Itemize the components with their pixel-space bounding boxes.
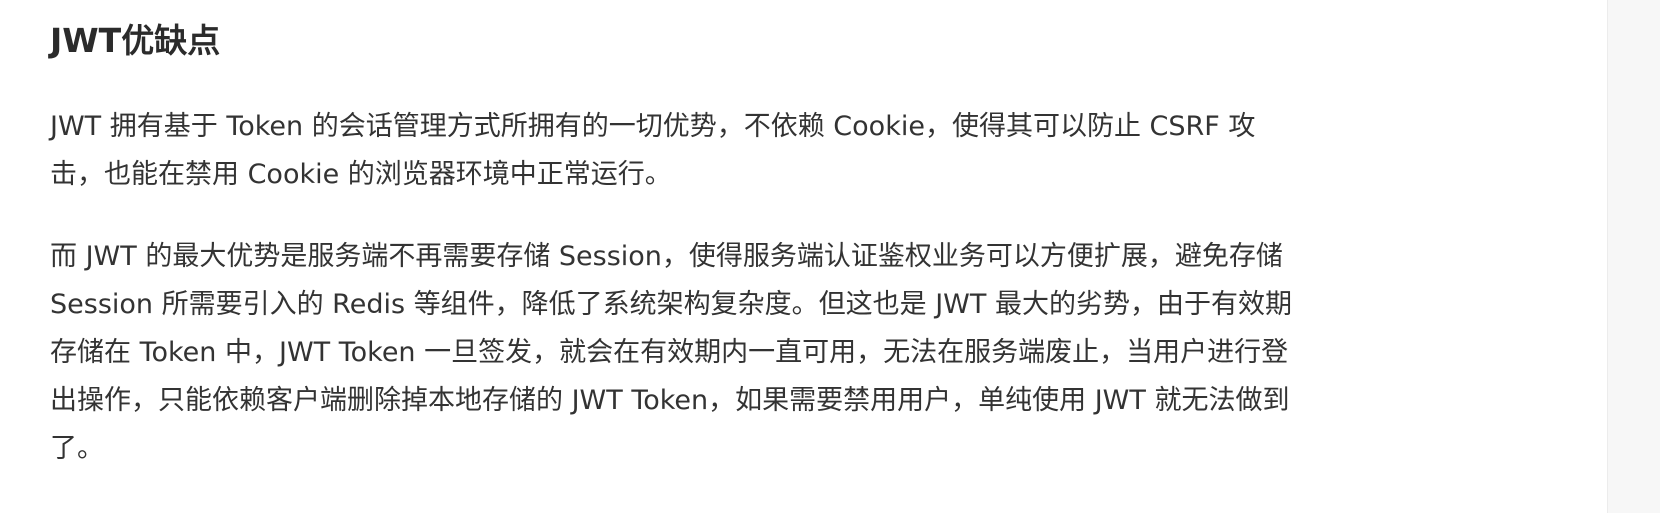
paragraph-line: Session 所需要引入的 Redis 等组件，降低了系统架构复杂度。但这也是…	[50, 289, 1292, 320]
paragraph-line: 而 JWT 的最大优势是服务端不再需要存储 Session，使得服务端认证鉴权业…	[50, 241, 1283, 272]
paragraph-disadvantages: 而 JWT 的最大优势是服务端不再需要存储 Session，使得服务端认证鉴权业…	[50, 233, 1292, 473]
paragraph-line: 了。	[50, 433, 104, 464]
paragraph-line: JWT 拥有基于 Token 的会话管理方式所拥有的一切优势，不依赖 Cooki…	[50, 111, 1256, 142]
section-heading: JWT优缺点	[50, 21, 221, 60]
document-page: JWT优缺点 JWT 拥有基于 Token 的会话管理方式所拥有的一切优势，不依…	[0, 0, 1600, 513]
scrollbar-track[interactable]	[1607, 0, 1660, 513]
paragraph-line: 出操作，只能依赖客户端删除掉本地存储的 JWT Token，如果需要禁用用户，单…	[50, 385, 1290, 416]
paragraph-line: 存储在 Token 中，JWT Token 一旦签发，就会在有效期内一直可用，无…	[50, 337, 1289, 368]
paragraph-advantages: JWT 拥有基于 Token 的会话管理方式所拥有的一切优势，不依赖 Cooki…	[50, 103, 1255, 199]
paragraph-line: 击，也能在禁用 Cookie 的浏览器环境中正常运行。	[50, 159, 672, 190]
